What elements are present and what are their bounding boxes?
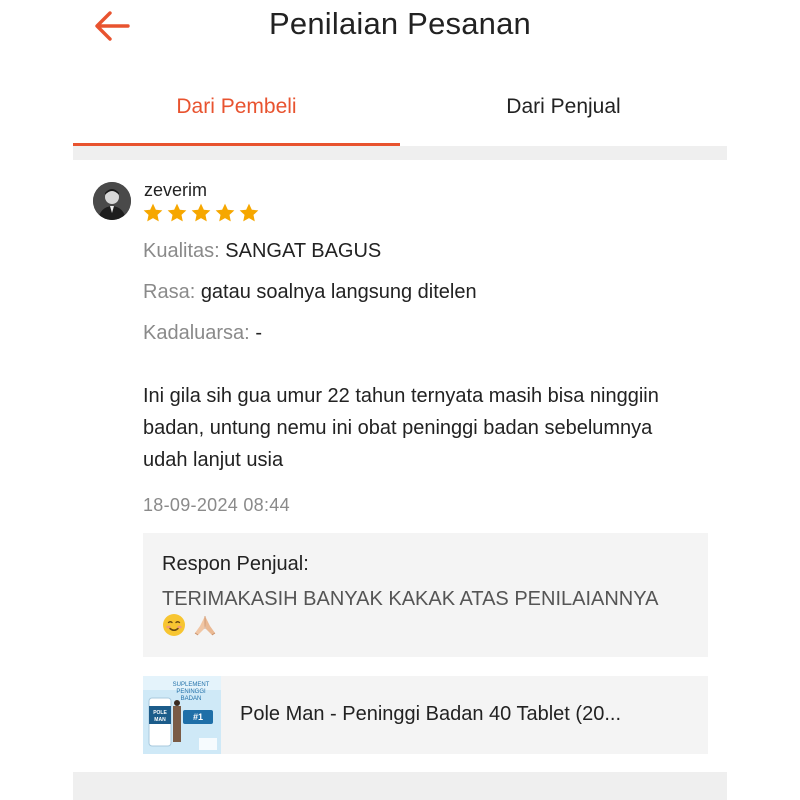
attribute-quality: Kualitas: SANGAT BAGUS	[143, 240, 381, 263]
page-title: Penilaian Pesanan	[269, 6, 531, 41]
review-card: zeverim Kualitas: SANGAT BAGUS Rasa: gat…	[73, 160, 727, 772]
svg-text:POLE: POLE	[153, 710, 167, 716]
header: Penilaian Pesanan	[0, 0, 800, 60]
attribute-key: Kualitas:	[143, 240, 220, 262]
section-divider-bottom	[73, 772, 727, 800]
product-image: SUPLEMENT PENINGGI BADAN POLE MAN #1	[143, 676, 221, 754]
attribute-value: SANGAT BAGUS	[225, 240, 382, 262]
seller-response: Respon Penjual: TERIMAKASIH BANYAK KAKAK…	[143, 533, 708, 657]
review-comment: Ini gila sih gua umur 22 tahun ternyata …	[143, 385, 659, 471]
attribute-expiry: Kadaluarsa: -	[143, 322, 262, 345]
section-divider	[73, 146, 727, 160]
star-icon	[191, 203, 211, 222]
reviewer-username: zeverim	[144, 180, 208, 200]
attribute-value: -	[255, 322, 262, 344]
attribute-taste: Rasa: gatau soalnya langsung ditelen	[143, 281, 477, 304]
seller-response-text: TERIMAKASIH BANYAK KAKAK ATAS PENILAIANN…	[162, 585, 682, 641]
product-image-rank: #1	[193, 712, 203, 722]
product-image-text-line3: BADAN	[181, 696, 202, 702]
avatar-image	[93, 182, 131, 220]
star-icon	[215, 203, 235, 222]
tab-bar: Dari Pembeli Dari Penjual	[73, 80, 727, 146]
star-icon	[143, 203, 163, 222]
tab-from-seller[interactable]: Dari Penjual	[400, 80, 727, 144]
attribute-key: Rasa:	[143, 281, 196, 303]
seller-response-label: Respon Penjual:	[162, 553, 309, 575]
tab-from-buyer[interactable]: Dari Pembeli	[73, 80, 400, 144]
product-name: Pole Man - Peninggi Badan 40 Tablet (20.…	[240, 703, 621, 725]
product-image-text-line1: SUPLEMENT	[173, 682, 210, 688]
star-icon	[167, 203, 187, 222]
seller-response-message: TERIMAKASIH BANYAK KAKAK ATAS PENILAIANN…	[162, 588, 658, 610]
svg-text:MAN: MAN	[154, 717, 166, 723]
folded-hands-icon	[194, 616, 215, 636]
avatar[interactable]	[93, 182, 131, 220]
attribute-value: gatau soalnya langsung ditelen	[200, 281, 477, 303]
product-card[interactable]: SUPLEMENT PENINGGI BADAN POLE MAN #1 Pol…	[143, 676, 708, 754]
rating-stars	[142, 202, 260, 226]
smiling-face-icon	[163, 614, 185, 636]
attribute-key: Kadaluarsa:	[143, 322, 250, 344]
star-icon	[239, 203, 259, 222]
product-image-text-line2: PENINGGI	[176, 689, 206, 695]
review-date: 18-09-2024 08:44	[143, 495, 290, 515]
